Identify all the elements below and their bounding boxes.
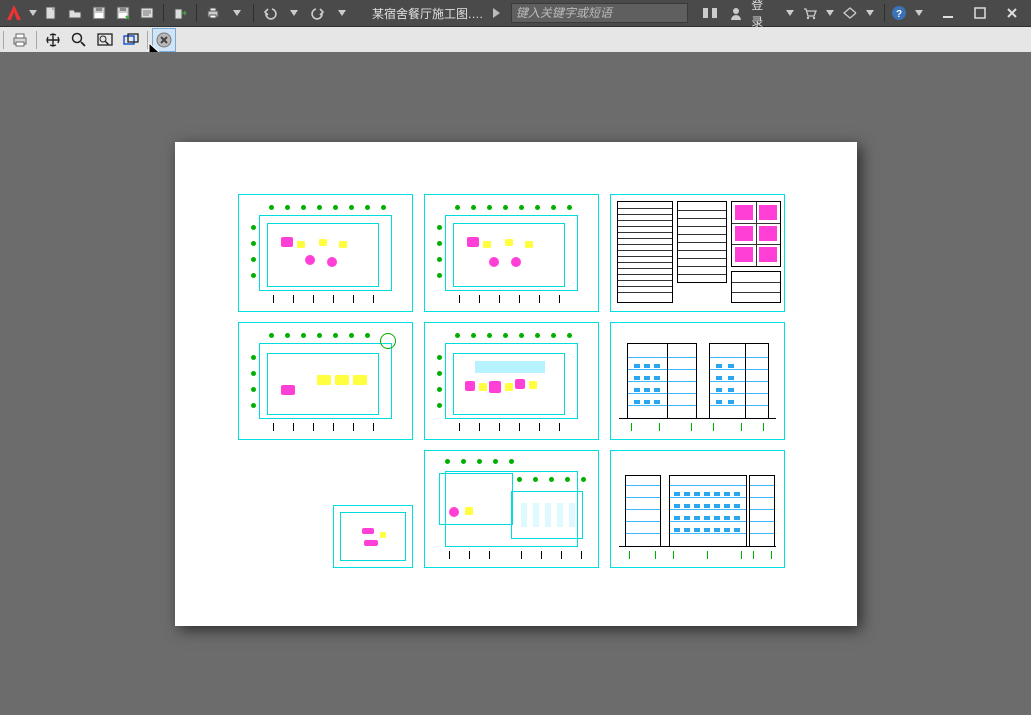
preview-toolbar — [0, 27, 1031, 54]
document-title-dropdown-icon[interactable] — [491, 8, 501, 18]
toolbar-separator — [147, 31, 148, 49]
preview-paper — [175, 142, 857, 626]
drawing-thumbnail — [238, 194, 413, 312]
share-icon[interactable] — [840, 3, 860, 23]
drawing-thumbnail — [424, 322, 599, 440]
plot-web-icon[interactable] — [136, 2, 158, 24]
preview-zoom-icon[interactable] — [67, 28, 91, 52]
new-doc-icon[interactable] — [40, 2, 62, 24]
preview-print-icon[interactable] — [8, 28, 32, 52]
toolbar-separator — [196, 4, 197, 22]
redo-dropdown-icon[interactable] — [331, 2, 353, 24]
toolbar-separator — [884, 4, 885, 22]
window-controls — [929, 4, 1031, 22]
drawing-thumbnail — [610, 322, 785, 440]
save-as-icon[interactable] — [112, 2, 134, 24]
drawing-thumbnail — [610, 450, 785, 568]
svg-text:?: ? — [896, 9, 902, 20]
app-menu-dropdown-icon[interactable] — [27, 0, 39, 26]
title-bar: 某宿舍餐厅施工图.d... 登录 ? — [0, 0, 1031, 27]
undo-icon[interactable] — [259, 2, 281, 24]
export-icon[interactable] — [169, 2, 191, 24]
search-input[interactable] — [512, 5, 688, 21]
preview-zoom-previous-icon[interactable] — [119, 28, 143, 52]
share-dropdown-icon[interactable] — [860, 3, 880, 23]
minimize-icon[interactable] — [939, 4, 957, 22]
drawing-thumbnail — [333, 505, 413, 568]
app-logo-icon[interactable] — [0, 0, 27, 26]
login-label[interactable]: 登录 — [751, 0, 774, 30]
preview-pan-icon[interactable] — [41, 28, 65, 52]
cart-dropdown-icon[interactable] — [820, 3, 840, 23]
help-dropdown-icon[interactable] — [909, 3, 929, 23]
help-icon[interactable]: ? — [889, 3, 909, 23]
close-icon[interactable] — [1003, 4, 1021, 22]
redo-icon[interactable] — [307, 2, 329, 24]
print-dropdown-icon[interactable] — [226, 2, 248, 24]
toolbar-separator — [253, 4, 254, 22]
drawing-thumbnail — [424, 194, 599, 312]
toolbar-separator — [163, 4, 164, 22]
preview-canvas — [0, 52, 1031, 715]
open-folder-icon[interactable] — [64, 2, 86, 24]
quick-access-toolbar — [39, 2, 354, 24]
toolbar-separator — [36, 31, 37, 49]
print-icon[interactable] — [202, 2, 224, 24]
drawing-thumbnail — [424, 450, 599, 568]
infocenter-search-icon[interactable] — [700, 3, 719, 23]
title-bar-right-cluster: 登录 — [700, 0, 800, 30]
undo-dropdown-icon[interactable] — [283, 2, 305, 24]
titlebar-utility-cluster: ? — [800, 3, 929, 23]
user-icon[interactable] — [726, 3, 745, 23]
drawing-thumbnail — [238, 322, 413, 440]
preview-close-icon[interactable] — [152, 28, 176, 52]
save-icon[interactable] — [88, 2, 110, 24]
restore-icon[interactable] — [971, 4, 989, 22]
cart-icon[interactable] — [800, 3, 820, 23]
search-box[interactable] — [511, 3, 689, 23]
drawing-thumbnail — [610, 194, 785, 312]
toolbar-grip — [3, 31, 4, 49]
document-title: 某宿舍餐厅施工图.d... — [372, 5, 485, 22]
preview-zoom-window-icon[interactable] — [93, 28, 117, 52]
login-dropdown-icon[interactable] — [781, 3, 800, 23]
